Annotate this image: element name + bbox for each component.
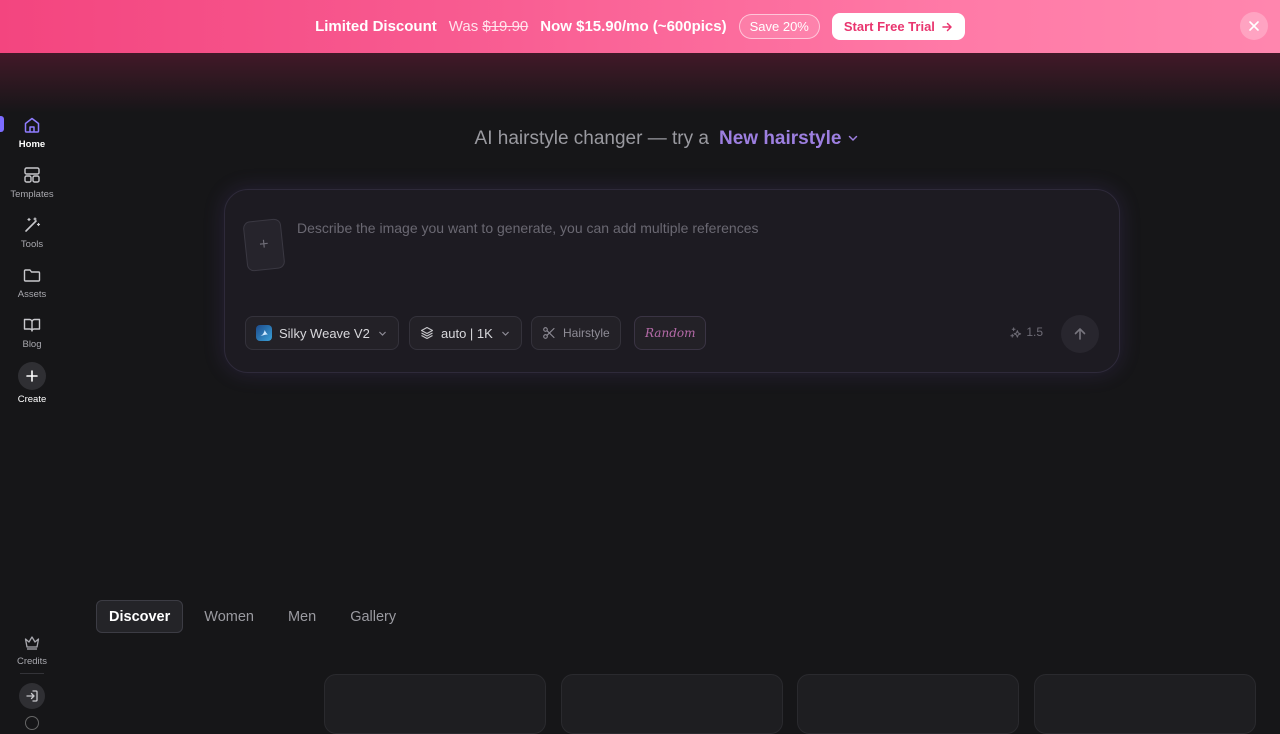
- folder-icon: [23, 269, 41, 282]
- model-name: Silky Weave V2: [279, 325, 370, 341]
- cost-value: 1.5: [1026, 325, 1043, 339]
- chevron-down-icon: [847, 128, 859, 150]
- sidebar: Home Templates Tools Assets Blog Create …: [0, 53, 64, 730]
- hairstyle-selector-label: New hairstyle: [718, 128, 842, 149]
- gallery-card[interactable]: [1034, 674, 1256, 734]
- model-logo-icon: [256, 325, 272, 341]
- book-icon: [23, 318, 41, 332]
- sidebar-item-blog[interactable]: Blog: [0, 315, 64, 350]
- gallery-card[interactable]: [324, 674, 546, 734]
- close-icon: [1249, 21, 1259, 31]
- gallery-card[interactable]: [561, 674, 783, 734]
- promo-banner: Limited Discount Was $19.90 Now $15.90/m…: [0, 0, 1280, 53]
- promo-old-price: Was $19.90: [449, 18, 529, 35]
- random-button-label: Random: [645, 326, 696, 340]
- magic-wand-icon: [25, 217, 41, 232]
- start-free-trial-button[interactable]: Start Free Trial: [831, 13, 965, 40]
- sidebar-item-credits[interactable]: Credits: [0, 632, 64, 667]
- chevron-down-icon: [502, 331, 509, 336]
- tab-women[interactable]: Women: [191, 600, 267, 633]
- sidebar-item-templates[interactable]: Templates: [0, 165, 64, 200]
- hairstyle-chip[interactable]: Hairstyle: [531, 316, 621, 350]
- plus-icon: [26, 370, 38, 382]
- sidebar-item-label: Create: [17, 394, 47, 405]
- scissors-icon: [543, 327, 555, 339]
- sidebar-item-label: Templates: [10, 189, 54, 200]
- sidebar-item-label: Tools: [20, 239, 44, 250]
- headline-prefix: AI hairstyle changer — try a: [474, 128, 709, 149]
- prompt-composer: + Silky Weave V2 auto | 1K Hairstyle Ran…: [224, 189, 1120, 373]
- sidebar-item-tools[interactable]: Tools: [0, 215, 64, 250]
- ratio-value: auto | 1K: [441, 325, 493, 341]
- promo-new-price: Now $15.90/mo (~600pics): [540, 18, 727, 35]
- sidebar-item-create[interactable]: Create: [0, 362, 64, 405]
- model-selector[interactable]: Silky Weave V2: [245, 316, 399, 350]
- templates-icon: [24, 167, 40, 183]
- generation-cost: 1.5: [1009, 325, 1043, 339]
- hairstyle-chip-label: Hairstyle: [563, 326, 610, 340]
- ratio-selector[interactable]: auto | 1K: [409, 316, 522, 350]
- tab-discover[interactable]: Discover: [96, 600, 184, 633]
- generate-button[interactable]: [1061, 315, 1099, 353]
- sidebar-item-label: Blog: [22, 339, 42, 350]
- sidebar-divider: [20, 673, 44, 674]
- crown-icon: [24, 636, 40, 650]
- gallery-card[interactable]: [797, 674, 1019, 734]
- prompt-input[interactable]: [297, 220, 1077, 280]
- trial-button-label: Start Free Trial: [843, 19, 935, 34]
- sparkle-icon: [1010, 326, 1022, 338]
- banner-glow: [0, 53, 1280, 113]
- add-reference-symbol: +: [258, 235, 270, 254]
- random-button[interactable]: Random: [634, 316, 707, 350]
- chevron-down-icon: [378, 331, 386, 336]
- page-headline: AI hairstyle changer — try a New hairsty…: [0, 128, 1280, 150]
- arrow-up-icon: [1074, 328, 1086, 340]
- discover-tabs: Discover Women Men Gallery: [96, 600, 409, 633]
- promo-title: Limited Discount: [315, 18, 437, 35]
- tab-men[interactable]: Men: [275, 600, 329, 633]
- help-icon[interactable]: [25, 716, 39, 730]
- save-badge: Save 20%: [738, 14, 820, 39]
- arrow-right-icon: [942, 22, 952, 31]
- close-banner-button[interactable]: [1240, 12, 1268, 40]
- add-reference-button[interactable]: +: [242, 218, 286, 272]
- login-button[interactable]: [19, 683, 45, 709]
- sidebar-item-assets[interactable]: Assets: [0, 265, 64, 300]
- promo-content: Limited Discount Was $19.90 Now $15.90/m…: [315, 13, 965, 40]
- sidebar-item-label: Assets: [17, 289, 47, 300]
- sign-in-icon: [26, 690, 38, 702]
- tab-gallery[interactable]: Gallery: [337, 600, 409, 633]
- layers-icon: [420, 326, 434, 340]
- hairstyle-selector[interactable]: New hairstyle: [719, 128, 860, 150]
- old-price: $19.90: [482, 18, 529, 35]
- was-label: Was: [448, 18, 479, 35]
- sidebar-item-label: Credits: [16, 656, 48, 667]
- create-button[interactable]: [18, 362, 46, 390]
